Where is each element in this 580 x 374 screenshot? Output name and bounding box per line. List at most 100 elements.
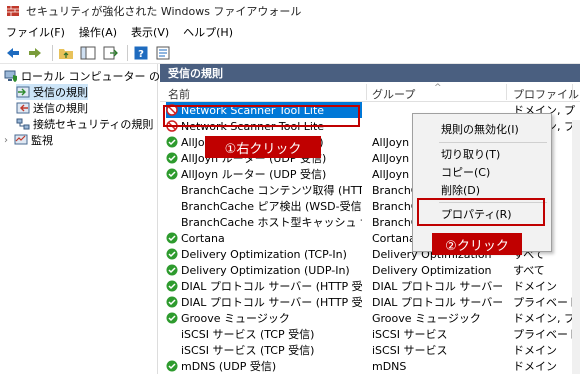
check-circle-icon: [166, 136, 178, 148]
menu-bar: ファイル(F) 操作(A) 表示(V) ヘルプ(H): [0, 22, 580, 42]
sort-caret-icon: ^: [434, 83, 442, 93]
help-icon: ?: [134, 46, 148, 60]
tree-item-outbound-rules[interactable]: 送信の規則: [16, 100, 88, 116]
check-circle-icon: [166, 232, 178, 244]
menu-item-disable-rule[interactable]: 規則の無効化(I): [413, 120, 551, 138]
menu-action[interactable]: 操作(A): [79, 24, 117, 40]
rule-name: AllJoyn ルーター (UDP 受信): [181, 168, 327, 181]
check-circle-icon: [166, 312, 178, 324]
column-name[interactable]: 名前: [168, 86, 190, 102]
forward-button[interactable]: [26, 44, 44, 62]
blank-status-icon: [166, 200, 178, 212]
back-button[interactable]: [4, 44, 22, 62]
check-circle-icon: [166, 248, 178, 260]
blank-status-icon: [166, 328, 178, 340]
callout-click: ②クリック: [432, 233, 522, 255]
properties-toolbar-button[interactable]: [154, 44, 172, 62]
chevron-right-icon[interactable]: ›: [4, 135, 14, 146]
check-circle-icon: [166, 296, 178, 308]
up-folder-button[interactable]: [57, 44, 75, 62]
rule-name-cell[interactable]: iSCSI サービス (TCP 受信): [166, 326, 362, 342]
menu-separator: [439, 142, 547, 143]
menu-item-cut[interactable]: 切り取り(T): [413, 145, 551, 163]
column-divider[interactable]: [506, 84, 507, 100]
rule-name: BranchCache ピア検出 (WSD-受信): [181, 200, 362, 213]
column-group[interactable]: グループ: [372, 86, 415, 102]
show-hide-tree-button[interactable]: [79, 44, 97, 62]
toolbar-separator: [127, 44, 128, 61]
monitoring-icon: [14, 134, 28, 145]
tree-item-label: 監視: [31, 134, 53, 147]
menu-item-copy[interactable]: コピー(C): [413, 163, 551, 181]
rule-profile: ドメイン: [513, 344, 557, 357]
table-row[interactable]: Groove ミュージック Groove ミュージック ドメイン, プ: [160, 310, 580, 326]
tree-item-monitoring[interactable]: › 監視: [4, 132, 53, 148]
folder-up-icon: [59, 48, 73, 59]
export-button[interactable]: [101, 44, 119, 62]
column-profile[interactable]: プロファイル: [513, 86, 579, 102]
inbound-rules-icon: [16, 86, 30, 98]
menu-view[interactable]: 表示(V): [131, 24, 169, 40]
rule-name-cell[interactable]: Delivery Optimization (TCP-In): [166, 246, 362, 262]
rule-profile: すべて: [513, 264, 545, 277]
firewall-icon: [7, 6, 19, 16]
context-menu: 規則の無効化(I) 切り取り(T) コピー(C) 削除(D) プロパティ(R): [412, 113, 552, 252]
check-circle-icon: [166, 152, 178, 164]
menu-help[interactable]: ヘルプ(H): [183, 24, 233, 40]
rule-name-cell[interactable]: Delivery Optimization (UDP-In): [166, 262, 362, 278]
tree-item-inbound-rules[interactable]: 受信の規則: [16, 84, 88, 100]
rule-name: Groove ミュージック: [181, 312, 290, 325]
rule-name-cell[interactable]: DIAL プロトコル サーバー (HTTP 受信): [166, 294, 362, 310]
connection-security-icon: [16, 118, 30, 130]
highlight-box-selected-rule: [163, 105, 360, 127]
rule-name-cell[interactable]: iSCSI サービス (TCP 受信): [166, 342, 362, 358]
rule-name-cell[interactable]: BranchCache ホスト型キャッシュ サーバー (HT...: [166, 214, 362, 230]
rule-group: iSCSI サービス: [372, 344, 448, 357]
table-row[interactable]: DIAL プロトコル サーバー (HTTP 受信) DIAL プロトコル サーバー…: [160, 278, 580, 294]
tree-item-label: 受信の規則: [33, 86, 88, 99]
rule-name: Cortana: [181, 231, 225, 245]
check-circle-icon: [166, 264, 178, 276]
tree-item-connection-security[interactable]: 接続セキュリティの規則: [16, 116, 153, 132]
blank-status-icon: [166, 216, 178, 228]
help-button[interactable]: ?: [132, 44, 150, 62]
toolbar-separator: [52, 44, 53, 61]
rule-name-cell[interactable]: DIAL プロトコル サーバー (HTTP 受信): [166, 278, 362, 294]
tree-item-label: 接続セキュリティの規則: [33, 118, 154, 131]
rule-name: iSCSI サービス (TCP 受信): [181, 344, 315, 357]
rule-name-cell[interactable]: BranchCache コンテンツ取得 (HTTP-受信): [166, 182, 362, 198]
check-circle-icon: [166, 168, 178, 180]
table-row[interactable]: DIAL プロトコル サーバー (HTTP 受信) DIAL プロトコル サーバー…: [160, 294, 580, 310]
vertical-scrollbar[interactable]: [572, 120, 580, 374]
rule-group: Groove ミュージック: [372, 312, 481, 325]
menu-item-delete[interactable]: 削除(D): [413, 181, 551, 199]
table-row[interactable]: iSCSI サービス (TCP 受信) iSCSI サービス ドメイン: [160, 342, 580, 358]
check-circle-icon: [166, 280, 178, 292]
menu-file[interactable]: ファイル(F): [6, 24, 65, 40]
rule-group: mDNS: [372, 359, 407, 373]
table-row[interactable]: mDNS (UDP 受信) mDNS ドメイン: [160, 358, 580, 374]
rule-name-cell[interactable]: Cortana: [166, 230, 362, 246]
check-circle-icon: [166, 360, 178, 372]
table-row[interactable]: Delivery Optimization (UDP-In) Delivery O…: [160, 262, 580, 278]
rule-profile: プライベート: [513, 296, 579, 309]
properties-icon: [156, 46, 170, 59]
rule-name: DIAL プロトコル サーバー (HTTP 受信): [181, 280, 362, 293]
rule-group: DIAL プロトコル サーバー: [372, 280, 502, 293]
column-divider[interactable]: [572, 84, 573, 100]
rule-name-cell[interactable]: mDNS (UDP 受信): [166, 358, 362, 374]
column-divider[interactable]: [366, 84, 367, 100]
rule-name: Delivery Optimization (UDP-In): [181, 263, 350, 277]
forward-arrow-icon: [29, 47, 41, 58]
rule-name-cell[interactable]: BranchCache ピア検出 (WSD-受信): [166, 198, 362, 214]
computer-shield-icon: [4, 70, 17, 82]
rule-name: iSCSI サービス (TCP 受信): [181, 328, 315, 341]
rule-name-cell[interactable]: AllJoyn ルーター (UDP 受信): [166, 166, 362, 182]
title-bar: セキュリティが強化された Windows ファイアウォール: [0, 0, 580, 22]
rule-name: BranchCache ホスト型キャッシュ サーバー (HT...: [181, 216, 362, 229]
rule-group: Delivery Optimization: [372, 263, 492, 277]
rule-group: DIAL プロトコル サーバー: [372, 296, 502, 309]
table-row[interactable]: iSCSI サービス (TCP 受信) iSCSI サービス プライベート,: [160, 326, 580, 342]
rule-name-cell[interactable]: Groove ミュージック: [166, 310, 362, 326]
rule-name: mDNS (UDP 受信): [181, 360, 277, 373]
